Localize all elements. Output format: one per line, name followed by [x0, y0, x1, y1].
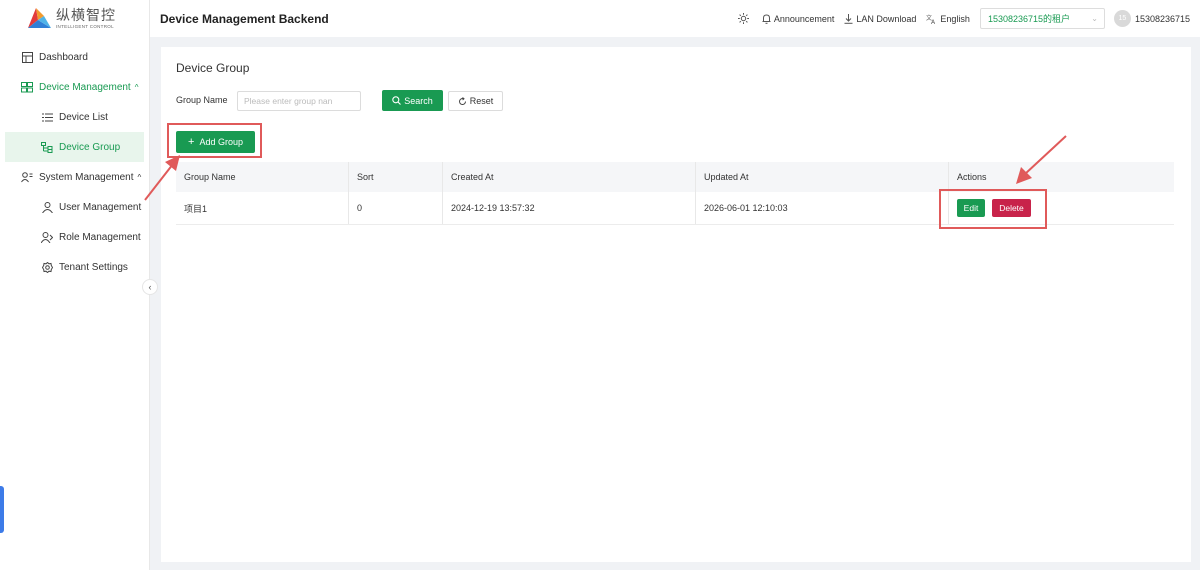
sidebar-item-label: Role Management: [59, 231, 141, 243]
reset-button[interactable]: Reset: [448, 91, 503, 111]
brand-logo[interactable]: 纵横智控 INTELLIGENT CONTROL: [0, 0, 149, 38]
language-label: English: [940, 13, 970, 24]
annotation-arrow-actions: [1016, 135, 1067, 184]
column-header-updated-at[interactable]: Updated At: [696, 162, 949, 192]
sidebar-item-role-management[interactable]: Role Management: [0, 222, 149, 252]
dashboard-icon: [21, 51, 33, 63]
group-icon: [41, 141, 53, 153]
svg-text:A: A: [931, 19, 936, 24]
list-icon: [41, 111, 53, 123]
chevron-left-icon: ‹: [148, 282, 152, 292]
sidebar-item-label: Device Group: [59, 141, 121, 153]
reset-button-label: Reset: [469, 96, 494, 106]
user-icon: [41, 201, 53, 213]
sidebar-item-label: User Management: [59, 201, 142, 213]
app-title: Device Management Backend: [160, 11, 329, 26]
sun-icon: [737, 13, 749, 24]
sidebar-item-label: System Management: [39, 171, 134, 183]
users-icon: [21, 171, 33, 183]
announcement-link[interactable]: Announcement: [762, 13, 835, 24]
tenant-select-value: 15308236715的租户: [987, 14, 1070, 24]
sidebar-item-label: Tenant Settings: [59, 261, 128, 273]
sidebar-item-device-group[interactable]: Device Group: [5, 132, 144, 162]
chevron-down-icon: ⌄: [1091, 14, 1098, 23]
gear-icon: [41, 261, 53, 273]
sidebar-item-user-management[interactable]: User Management: [0, 192, 149, 222]
cell-updated-at: 2026-06-01 12:10:03: [696, 192, 949, 224]
avatar[interactable]: 15: [1113, 10, 1131, 27]
language-switcher[interactable]: 文A English: [926, 14, 970, 24]
device-management-icon: [21, 81, 33, 93]
role-icon: [41, 231, 53, 243]
content-card: Device Group Group Name Search Reset + A…: [161, 47, 1191, 562]
logo-icon: [24, 6, 52, 32]
group-name-label: Group Name: [176, 95, 228, 105]
brand-name: 纵横智控: [56, 8, 116, 24]
cell-group-name: 项目1: [176, 192, 349, 224]
download-icon: [844, 13, 853, 24]
sidebar-item-dashboard[interactable]: Dashboard: [0, 42, 149, 72]
sidebar-item-system-management[interactable]: System Management ^: [0, 162, 149, 192]
sidebar-item-label: Dashboard: [39, 51, 88, 63]
group-name-input[interactable]: [237, 91, 361, 111]
page-title: Device Group: [176, 61, 250, 75]
translate-icon: 文A: [926, 14, 936, 24]
cell-sort: 0: [349, 192, 443, 224]
column-header-created-at[interactable]: Created At: [443, 162, 696, 192]
annotation-arrow-add-group: [144, 155, 180, 201]
sidebar: 纵横智控 INTELLIGENT CONTROL Dashboard Devic…: [0, 0, 150, 570]
announcement-label: Announcement: [773, 13, 835, 24]
top-header: Device Management Backend Announcement L…: [150, 0, 1200, 37]
bell-icon: [762, 13, 771, 24]
search-button-label: Search: [404, 95, 433, 106]
sidebar-item-tenant-settings[interactable]: Tenant Settings: [0, 252, 149, 282]
sidebar-item-device-management[interactable]: Device Management ^: [0, 72, 149, 102]
username[interactable]: 15308236715: [1135, 14, 1190, 24]
theme-toggle[interactable]: [737, 13, 752, 24]
floating-side-tab[interactable]: [0, 486, 4, 533]
column-header-sort[interactable]: Sort: [349, 162, 443, 192]
chevron-up-icon: ^: [134, 82, 139, 92]
lan-download-link[interactable]: LAN Download: [844, 13, 917, 24]
sidebar-item-device-list[interactable]: Device List: [0, 102, 149, 132]
sidebar-item-label: Device Management: [39, 81, 131, 93]
search-button[interactable]: Search: [382, 90, 443, 111]
tenant-select[interactable]: 15308236715的租户 ⌄: [979, 8, 1105, 29]
lan-download-label: LAN Download: [856, 13, 917, 24]
refresh-icon: [458, 96, 466, 105]
annotation-box-actions: [939, 189, 1047, 229]
sidebar-item-label: Device List: [59, 111, 108, 123]
cell-created-at: 2024-12-19 13:57:32: [443, 192, 696, 224]
column-header-group-name[interactable]: Group Name: [176, 162, 349, 192]
sidebar-collapse-button[interactable]: ‹: [142, 279, 158, 295]
brand-subtitle: INTELLIGENT CONTROL: [56, 24, 114, 29]
search-icon: [392, 96, 402, 105]
